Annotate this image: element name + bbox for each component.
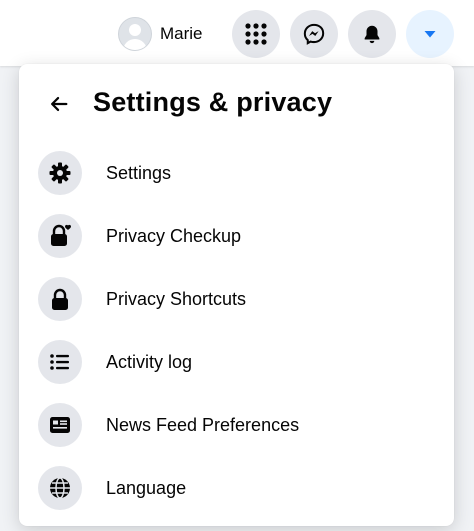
news-feed-icon — [50, 417, 70, 433]
menu-item-label: News Feed Preferences — [106, 414, 300, 435]
menu-item-icon-bg — [38, 277, 82, 321]
lock-heart-icon — [51, 224, 71, 246]
menu-button[interactable] — [232, 10, 280, 58]
menu-item-privacy-checkup[interactable]: Privacy Checkup — [29, 208, 444, 264]
panel-title: Settings & privacy — [93, 87, 333, 117]
profile-name: Marie — [160, 24, 203, 43]
menu-item-icon-bg — [38, 403, 82, 447]
menu-item-activity-log[interactable]: Activity log — [29, 334, 444, 390]
notifications-button[interactable] — [348, 10, 396, 58]
menu-item-icon-bg — [38, 214, 82, 258]
menu-item-label: Language — [106, 477, 187, 498]
menu-item-icon-bg — [38, 151, 82, 195]
globe-icon — [50, 477, 70, 499]
caret-down-icon — [424, 31, 436, 38]
menu-item-label: Privacy Shortcuts — [106, 288, 247, 309]
list-icon — [50, 354, 69, 370]
menu-item-language[interactable]: Language — [29, 460, 444, 516]
menu-item-settings[interactable]: Settings — [29, 145, 444, 201]
menu-grid-icon — [245, 23, 267, 45]
back-button[interactable] — [41, 86, 77, 122]
menu-item-privacy-shortcuts[interactable]: Privacy Shortcuts — [29, 271, 444, 327]
bell-icon — [364, 25, 380, 44]
gear-icon — [49, 162, 71, 184]
back-arrow-icon — [51, 96, 68, 112]
messenger-icon — [303, 23, 325, 45]
menu-item-label: Privacy Checkup — [106, 225, 242, 246]
account-menu-button[interactable] — [406, 10, 454, 58]
panel-header: Settings & privacy — [19, 64, 454, 146]
menu-item-icon-bg — [38, 466, 82, 510]
menu-item-label: Activity log — [106, 351, 193, 372]
top-bar: Marie — [0, 0, 474, 66]
menu-item-label: Settings — [106, 162, 172, 183]
lock-icon — [52, 288, 68, 310]
avatar — [118, 17, 152, 51]
profile-button[interactable]: Marie — [116, 14, 211, 54]
settings-privacy-panel: Settings & privacy Settings Privacy Chec… — [19, 64, 454, 526]
menu-item-news-feed-preferences[interactable]: News Feed Preferences — [29, 397, 444, 453]
messenger-button[interactable] — [290, 10, 338, 58]
menu-item-icon-bg — [38, 340, 82, 384]
